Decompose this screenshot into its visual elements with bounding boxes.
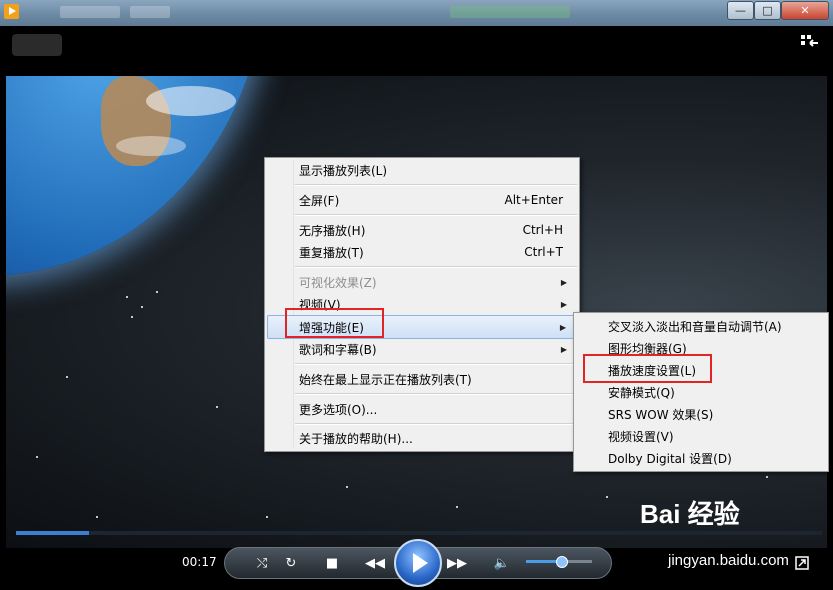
menu-separator [295,363,577,365]
annotation-highlight-play-speed [583,354,712,383]
menu-separator [295,393,577,395]
menu-item-more-options[interactable]: 更多选项(O)... [267,398,575,420]
submenu-arrow-icon: ▶ [560,344,567,354]
media-player-icon [4,4,19,19]
submenu-item-crossfade[interactable]: 交叉淡入淡出和音量自动调节(A) [576,315,824,337]
menu-item-always-on-top[interactable]: 始终在最上显示正在播放列表(T) [267,368,575,390]
menu-item-shuffle[interactable]: 无序播放(H) Ctrl+H [267,219,575,241]
menu-item-fullscreen[interactable]: 全屏(F) Alt+Enter [267,189,575,211]
blurred-header [12,34,62,56]
next-icon[interactable]: ▶▶ [444,553,470,573]
volume-slider[interactable] [526,556,592,568]
close-button[interactable]: ✕ [781,1,829,20]
submenu-item-quiet-mode[interactable]: 安静模式(Q) [576,381,824,403]
menu-separator [295,184,577,186]
submenu-item-dolby-digital[interactable]: Dolby Digital 设置(D) [576,447,824,469]
volume-icon[interactable]: 🔈 [492,553,512,573]
menu-separator [295,266,577,268]
stop-icon[interactable]: ■ [322,553,342,573]
elapsed-time: 00:17 [182,555,217,569]
watermark-brand: Bai 经验 [640,499,740,529]
minimize-button[interactable]: — [727,1,754,20]
menu-separator [295,423,577,425]
menu-item-lyrics-subtitles[interactable]: 歌词和字幕(B) ▶ [267,338,575,360]
previous-icon[interactable]: ◀◀ [362,553,388,573]
enhancements-submenu: 交叉淡入淡出和音量自动调节(A) 图形均衡器(G) 播放速度设置(L) 安静模式… [573,312,829,472]
blurred-title [130,6,170,18]
menu-item-show-playlist[interactable]: 显示播放列表(L) [267,159,575,181]
blurred-title [60,6,120,18]
maximize-button[interactable]: □ [754,1,781,20]
repeat-icon[interactable]: ↻ [281,553,301,573]
switch-to-library-icon[interactable] [792,553,812,573]
menu-separator [295,214,577,216]
play-icon[interactable] [394,539,442,587]
submenu-arrow-icon: ▶ [559,322,566,332]
watermark-url: jingyan.baidu.com [668,552,789,569]
compact-mode-icon[interactable] [800,33,820,51]
menu-item-help[interactable]: 关于播放的帮助(H)... [267,427,575,449]
submenu-arrow-icon: ▶ [560,277,567,287]
submenu-arrow-icon: ▶ [560,299,567,309]
seek-bar[interactable] [16,531,822,535]
submenu-item-video-settings[interactable]: 视频设置(V) [576,425,824,447]
blurred-title [450,6,570,18]
title-bar: — □ ✕ [0,0,833,26]
context-menu: 显示播放列表(L) 全屏(F) Alt+Enter 无序播放(H) Ctrl+H… [264,157,580,452]
seek-progress [16,531,89,535]
shuffle-icon[interactable]: ⤭ [252,553,272,573]
menu-item-repeat[interactable]: 重复播放(T) Ctrl+T [267,241,575,263]
submenu-item-srs-wow[interactable]: SRS WOW 效果(S) [576,403,824,425]
annotation-highlight-enhancements [285,308,384,338]
menu-item-visualizations[interactable]: 可视化效果(Z) ▶ [267,271,575,293]
